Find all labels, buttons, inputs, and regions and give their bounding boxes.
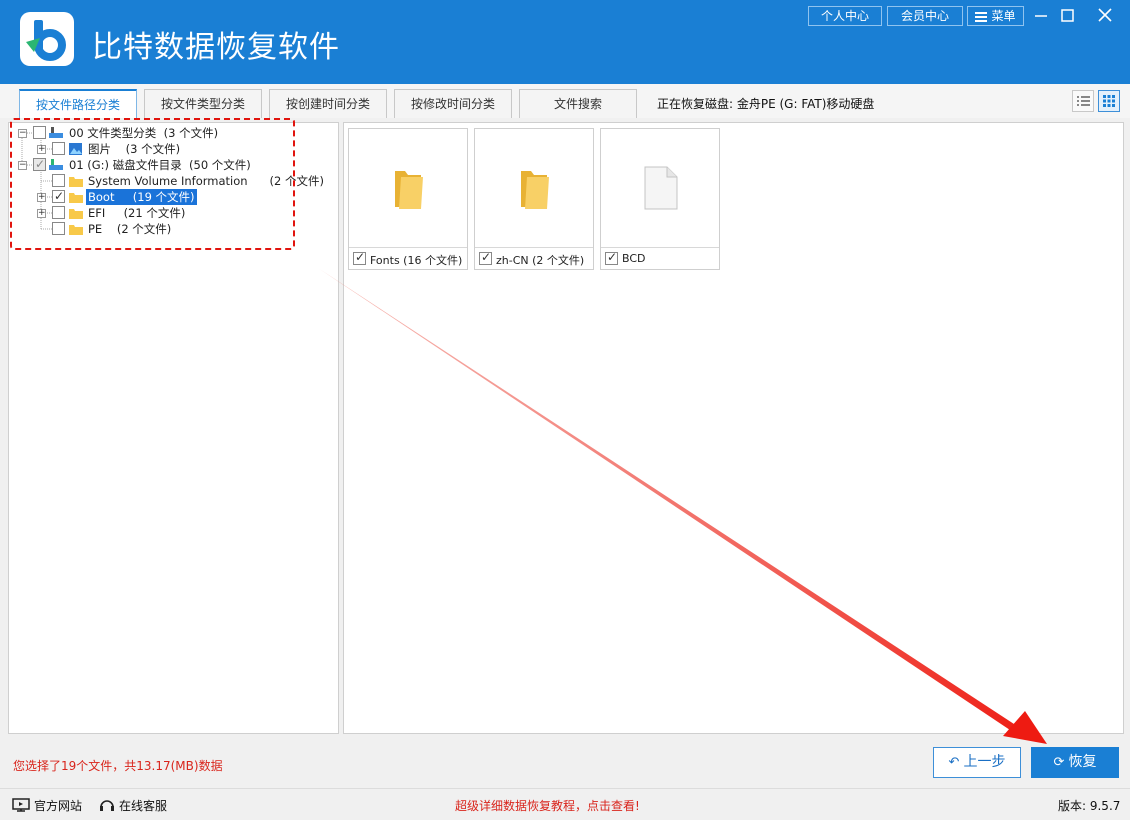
minimize-icon — [1035, 15, 1047, 17]
tree-label[interactable]: Boot (19 个文件) — [86, 189, 197, 205]
tab-by-path[interactable]: 按文件路径分类 — [19, 89, 137, 118]
tile-label: zh-CN (2 个文件) — [496, 254, 585, 267]
collapse-icon[interactable]: − — [18, 161, 27, 170]
online-support-link[interactable]: 在线客服 — [99, 797, 167, 814]
file-icon — [644, 166, 678, 210]
back-arrow-icon: ↶ — [948, 755, 960, 770]
tree-row[interactable]: + Boot (19 个文件) — [9, 188, 329, 205]
tree-checkbox[interactable] — [52, 174, 65, 187]
selection-status: 您选择了19个文件，共13.17(MB)数据 — [13, 759, 223, 773]
member-center-button[interactable]: 会员中心 — [887, 6, 963, 26]
maximize-icon — [1061, 9, 1074, 22]
file-tile[interactable]: zh-CN (2 个文件) — [474, 128, 594, 270]
grid-view-button[interactable] — [1098, 90, 1120, 112]
grid-view-icon — [1103, 95, 1115, 107]
tutorial-link[interactable]: 超级详细数据恢复教程，点击查看! — [455, 797, 640, 814]
headset-icon — [100, 800, 114, 811]
tree-checkbox[interactable] — [52, 142, 65, 155]
tab-by-modify-time[interactable]: 按修改时间分类 — [394, 89, 512, 118]
tree-label[interactable]: System Volume Information (2 个文件) — [88, 173, 324, 189]
tile-footer: BCD — [601, 247, 719, 269]
tree-row[interactable]: + EFI (21 个文件) — [9, 205, 329, 221]
folder-icon — [69, 177, 83, 187]
official-website-link[interactable]: 官方网站 — [12, 797, 82, 814]
restore-button[interactable]: ⟳ 恢复 — [1031, 747, 1119, 778]
menu-label: 菜单 — [991, 9, 1016, 23]
tree-label[interactable]: 00 文件类型分类 (3 个文件) — [69, 125, 218, 141]
tree-label[interactable]: 01 (G:) 磁盘文件目录 (50 个文件) — [69, 157, 251, 173]
folder-icon — [521, 171, 549, 209]
tile-checkbox[interactable] — [605, 250, 618, 265]
menu-icon — [975, 12, 988, 22]
tree-checkbox[interactable] — [33, 156, 46, 172]
previous-step-label: 上一步 — [963, 754, 1006, 770]
previous-step-button[interactable]: ↶ 上一步 — [933, 747, 1021, 778]
drive-icon — [49, 159, 63, 170]
tile-footer: Fonts (16 个文件) — [349, 247, 467, 269]
tree-checkbox[interactable] — [33, 126, 46, 139]
tab-file-search[interactable]: 文件搜索 — [519, 89, 637, 118]
folder-icon — [69, 193, 83, 203]
menu-button[interactable]: 菜单 — [967, 6, 1024, 26]
minimize-button[interactable] — [1030, 5, 1052, 27]
tile-checkbox[interactable] — [479, 250, 492, 265]
tree-checkbox[interactable] — [52, 206, 65, 219]
image-icon — [69, 143, 82, 155]
tree-row[interactable]: PE (2 个文件) — [9, 221, 329, 237]
restore-label: 恢复 — [1068, 754, 1097, 770]
close-button[interactable] — [1094, 5, 1116, 27]
tree-label[interactable]: EFI (21 个文件) — [88, 205, 185, 221]
footer: 官方网站 在线客服 超级详细数据恢复教程，点击查看! 版本: 9.5.7 — [0, 788, 1130, 820]
expand-icon[interactable]: + — [37, 209, 46, 218]
official-website-label: 官方网站 — [34, 799, 83, 813]
collapse-icon[interactable]: − — [18, 129, 27, 138]
disk-status: 正在恢复磁盘: 金舟PE (G: FAT)移动硬盘 — [657, 97, 875, 111]
tree-label[interactable]: 图片 (3 个文件) — [88, 141, 180, 157]
refresh-icon: ⟳ — [1053, 755, 1065, 770]
online-support-label: 在线客服 — [119, 799, 168, 813]
version-label: 版本: 9.5.7 — [1058, 799, 1121, 813]
file-tile[interactable]: Fonts (16 个文件) — [348, 128, 468, 270]
tree-row[interactable]: System Volume Information (2 个文件) — [9, 173, 329, 189]
maximize-button[interactable] — [1056, 5, 1078, 27]
tabs-row: 按文件路径分类 按文件类型分类 按创建时间分类 按修改时间分类 文件搜索 正在恢… — [0, 84, 1130, 118]
tree-checkbox[interactable] — [52, 222, 65, 235]
expand-icon[interactable]: + — [37, 145, 46, 154]
list-view-icon — [1077, 96, 1090, 106]
tab-by-type[interactable]: 按文件类型分类 — [144, 89, 262, 118]
folder-icon — [69, 225, 83, 235]
folder-icon — [69, 209, 83, 219]
expand-icon[interactable]: + — [37, 193, 46, 202]
tree-row[interactable]: − 01 (G:) 磁盘文件目录 (50 个文件) — [9, 156, 329, 173]
list-view-button[interactable] — [1072, 90, 1094, 112]
title-bar: 比特数据恢复软件 个人中心 会员中心 菜单 — [0, 0, 1130, 84]
tree-row[interactable]: + 图片 (3 个文件) — [9, 141, 329, 157]
tree-checkbox[interactable] — [52, 188, 65, 204]
tree-label[interactable]: PE (2 个文件) — [88, 221, 171, 237]
tile-footer: zh-CN (2 个文件) — [475, 247, 593, 269]
personal-center-button[interactable]: 个人中心 — [808, 6, 882, 26]
folder-tree-panel: − 00 文件类型分类 (3 个文件) + 图片 (3 个文件) − 01 (G… — [8, 122, 339, 734]
tab-by-create-time[interactable]: 按创建时间分类 — [269, 89, 387, 118]
drive-icon — [49, 127, 63, 138]
monitor-icon — [12, 798, 30, 812]
folder-icon — [395, 171, 423, 209]
app-title: 比特数据恢复软件 — [92, 30, 340, 65]
file-tile[interactable]: BCD — [600, 128, 720, 270]
tree-row[interactable]: − 00 文件类型分类 (3 个文件) — [9, 125, 329, 141]
tile-label: Fonts (16 个文件) — [370, 254, 463, 267]
app-logo — [20, 12, 74, 66]
tile-checkbox[interactable] — [353, 250, 366, 265]
close-icon — [1098, 8, 1112, 22]
tile-label: BCD — [622, 252, 646, 265]
